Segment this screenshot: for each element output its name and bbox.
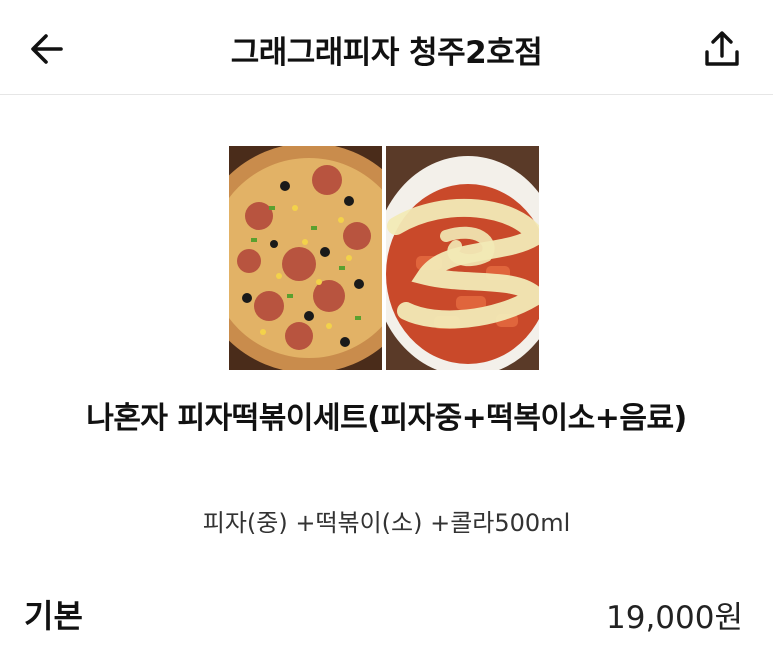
- share-upload-icon: [705, 31, 739, 66]
- top-app-bar: 그래그래피자 청주2호점: [0, 0, 773, 95]
- price-label: 기본: [24, 597, 83, 635]
- share-button[interactable]: [697, 24, 747, 74]
- pizza-photo: [229, 146, 382, 370]
- product-name: 나혼자 피자떡볶이세트(피자중+떡복이소+음료): [86, 401, 687, 436]
- back-button[interactable]: [22, 26, 72, 72]
- product-image: [229, 146, 539, 370]
- tteokbokki-photo: [386, 146, 539, 370]
- price-row: 기본 19,000원: [24, 590, 743, 638]
- product-description: 피자(중) +떡볶이(소) +콜라500ml: [202, 509, 571, 537]
- page-title: 그래그래피자 청주2호점: [230, 35, 543, 71]
- price-value: 19,000원: [606, 599, 743, 636]
- arrow-left-icon: [31, 34, 63, 64]
